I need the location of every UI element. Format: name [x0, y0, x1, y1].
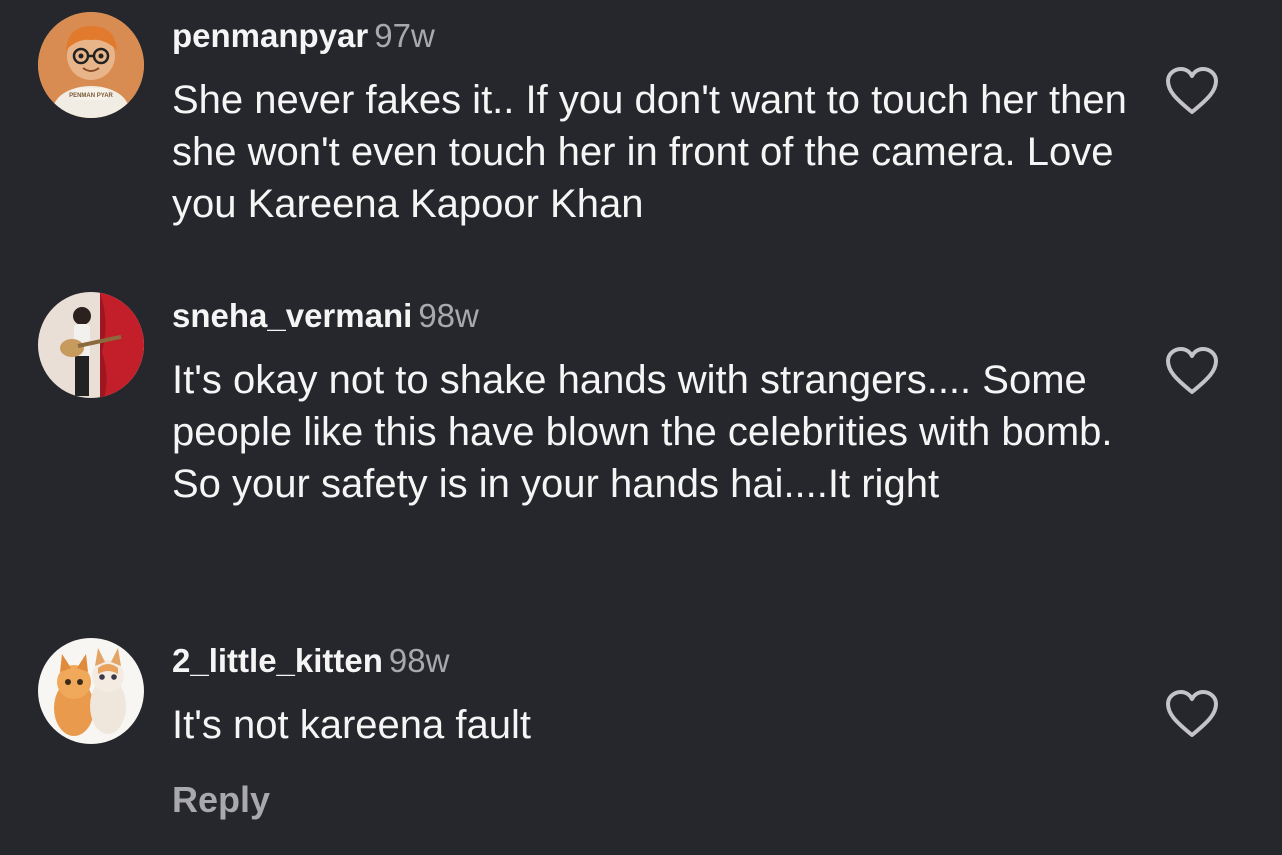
heart-outline-icon	[1166, 347, 1218, 394]
heart-outline-icon	[1166, 67, 1218, 114]
timestamp: 98w	[388, 642, 450, 679]
comment-text: It's okay not to shake hands with strang…	[172, 358, 1113, 506]
comment-header: sneha_vermani 98w	[172, 296, 479, 336]
comment-item: sneha_vermani 98w It's okay not to shake …	[0, 280, 1282, 600]
like-button[interactable]	[1164, 689, 1220, 739]
avatar[interactable]	[38, 292, 144, 398]
comment-header: 2_little_kitten 98w	[172, 641, 449, 681]
username[interactable]: sneha_vermani	[172, 297, 412, 334]
username[interactable]: penmanpyar	[172, 17, 368, 54]
reply-button[interactable]: Reply	[172, 778, 270, 822]
two-kittens-avatar	[38, 638, 144, 744]
username[interactable]: 2_little_kitten	[172, 642, 383, 679]
comment-item: 2_little_kitten 98w It's not kareena faul…	[0, 625, 1282, 775]
timestamp: 98w	[418, 297, 479, 334]
like-button[interactable]	[1164, 346, 1220, 396]
cartoon-boy-avatar: PENMAN PYAR	[38, 12, 144, 118]
comment-item: PENMAN PYAR penmanpyar 97w She never fake…	[0, 0, 1282, 280]
comment-text: She never fakes it.. If you don't want t…	[172, 78, 1127, 226]
girl-with-guitar-avatar	[38, 292, 144, 398]
comment-text: It's not kareena fault	[172, 703, 531, 747]
timestamp: 97w	[374, 17, 435, 54]
avatar[interactable]: PENMAN PYAR	[38, 12, 144, 118]
svg-text:PENMAN PYAR: PENMAN PYAR	[69, 93, 113, 99]
heart-outline-icon	[1166, 690, 1218, 737]
comment-header: penmanpyar 97w	[172, 16, 435, 56]
avatar[interactable]	[38, 638, 144, 744]
like-button[interactable]	[1164, 66, 1220, 116]
